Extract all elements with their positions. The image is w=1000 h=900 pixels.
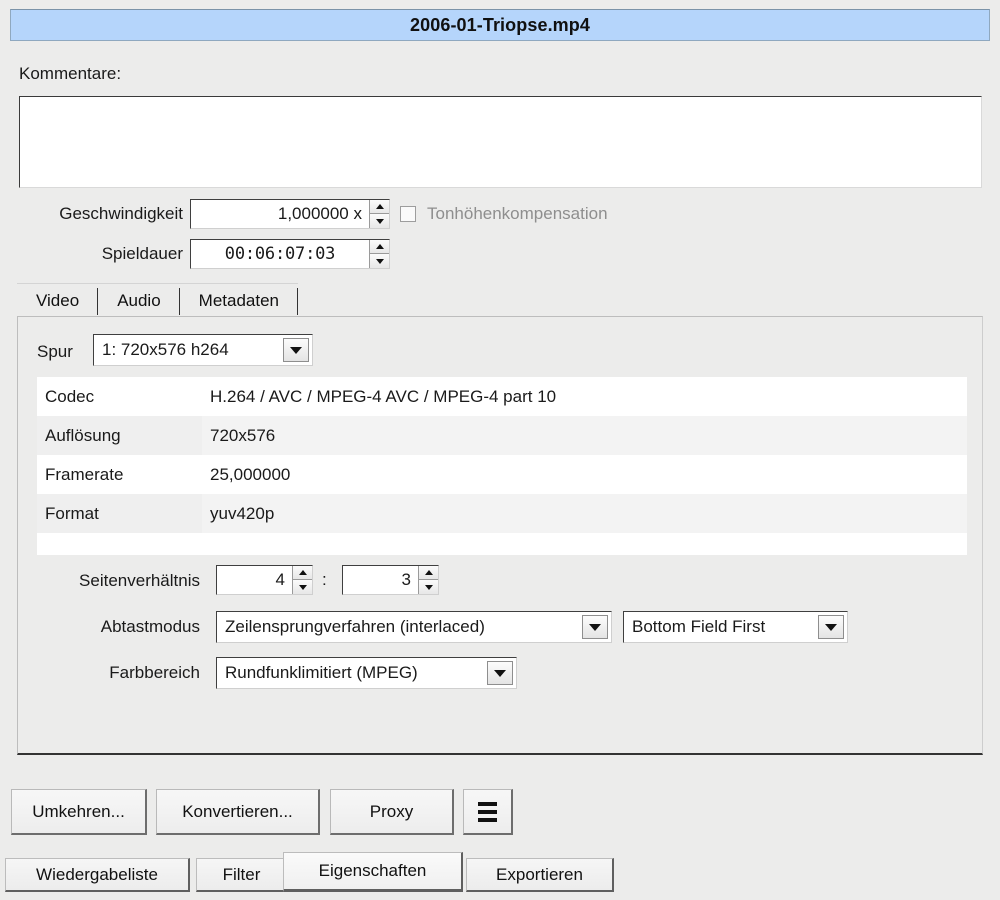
- stream-tabs: Video Audio Metadaten: [17, 281, 983, 317]
- track-value: 1: 720x576 h264: [102, 340, 229, 359]
- aspect-ratio-numerator-value: 4: [275, 570, 285, 589]
- speed-input[interactable]: 1,000000 x: [190, 199, 390, 229]
- property-value: 720x576: [202, 416, 967, 455]
- chevron-down-icon[interactable]: [582, 615, 608, 639]
- triangle-down-icon: [298, 584, 307, 590]
- duration-row: Spieldauer 00:06:07:03: [0, 239, 1000, 271]
- property-value: yuv420p: [202, 494, 967, 533]
- convert-button[interactable]: Konvertieren...: [156, 789, 320, 835]
- aspect-ratio-numerator-input[interactable]: 4: [216, 565, 313, 595]
- scan-mode-label: Abtastmodus: [100, 617, 200, 636]
- bottom-tab-eigenschaften[interactable]: Eigenschaften: [283, 852, 463, 892]
- color-range-select[interactable]: Rundfunklimitiert (MPEG): [216, 657, 517, 689]
- property-key: Framerate: [37, 455, 202, 494]
- triangle-up-icon: [424, 570, 433, 575]
- triangle-down-icon: [375, 258, 384, 264]
- window-title: 2006-01-Triopse.mp4: [410, 14, 590, 35]
- duration-input[interactable]: 00:06:07:03: [190, 239, 390, 269]
- bottom-tab-label: Wiedergabeliste: [36, 864, 158, 884]
- speed-spinner[interactable]: [369, 200, 389, 228]
- bottom-tab-filter[interactable]: Filter: [196, 858, 288, 892]
- scan-mode-value: Zeilensprungverfahren (interlaced): [225, 617, 485, 636]
- speed-label: Geschwindigkeit: [59, 204, 183, 223]
- field-order-select[interactable]: Bottom Field First: [623, 611, 848, 643]
- color-range-label: Farbbereich: [109, 663, 200, 682]
- comments-input[interactable]: [19, 96, 982, 188]
- tab-metadaten[interactable]: Metadaten: [179, 283, 299, 317]
- property-value: H.264 / AVC / MPEG-4 AVC / MPEG-4 part 1…: [202, 377, 967, 416]
- tab-video-label: Video: [36, 290, 80, 310]
- triangle-down-icon: [375, 218, 384, 224]
- table-row: Format yuv420p: [37, 494, 967, 533]
- reverse-button-label: Umkehren...: [32, 801, 125, 821]
- triangle-up-icon: [298, 570, 307, 575]
- property-key: Codec: [37, 377, 202, 416]
- bottom-tab-label: Eigenschaften: [318, 861, 427, 880]
- proxy-button[interactable]: Proxy: [330, 789, 454, 835]
- pitch-compensation-checkbox[interactable]: [400, 206, 416, 222]
- property-key: Auflösung: [37, 416, 202, 455]
- pitch-compensation-label: Tonhöhenkompensation: [427, 204, 608, 223]
- tab-audio[interactable]: Audio: [98, 283, 180, 317]
- color-range-value: Rundfunklimitiert (MPEG): [225, 663, 418, 682]
- chevron-down-icon[interactable]: [283, 338, 309, 362]
- spinner-up[interactable]: [293, 566, 312, 580]
- aspect-ratio-denominator-spinner[interactable]: [418, 566, 438, 594]
- more-menu-button[interactable]: [463, 789, 513, 835]
- triangle-up-icon: [375, 244, 384, 249]
- scan-mode-row: Abtastmodus Zeilensprungverfahren (inter…: [0, 611, 1000, 643]
- table-row: Auflösung 720x576: [37, 416, 967, 455]
- bottom-tab-bar: Wiedergabeliste Filter Eigenschaften Exp…: [0, 850, 1000, 900]
- property-key: Format: [37, 494, 202, 533]
- field-order-value: Bottom Field First: [632, 617, 766, 636]
- aspect-ratio-denominator-input[interactable]: 3: [342, 565, 439, 595]
- duration-spinner-up[interactable]: [370, 240, 389, 254]
- triangle-up-icon: [375, 204, 384, 209]
- chevron-down-icon[interactable]: [818, 615, 844, 639]
- tab-audio-label: Audio: [117, 290, 161, 310]
- scan-mode-select[interactable]: Zeilensprungverfahren (interlaced): [216, 611, 612, 643]
- bottom-tab-label: Exportieren: [496, 864, 583, 884]
- bottom-tab-exportieren[interactable]: Exportieren: [466, 858, 614, 892]
- table-row-filler: [37, 533, 967, 555]
- spinner-down[interactable]: [419, 580, 438, 594]
- track-select[interactable]: 1: 720x576 h264: [93, 334, 313, 366]
- spinner-up[interactable]: [419, 566, 438, 580]
- chevron-down-icon[interactable]: [487, 661, 513, 685]
- property-value: 25,000000: [202, 455, 967, 494]
- aspect-ratio-separator: :: [322, 570, 327, 589]
- spinner-down[interactable]: [293, 580, 312, 594]
- table-row: Framerate 25,000000: [37, 455, 967, 494]
- track-label: Spur: [37, 342, 73, 361]
- tab-metadaten-label: Metadaten: [198, 290, 280, 310]
- speed-row: Geschwindigkeit 1,000000 x Tonhöhenkompe…: [0, 199, 1000, 231]
- aspect-ratio-denominator-value: 3: [401, 570, 411, 589]
- reverse-button[interactable]: Umkehren...: [11, 789, 147, 835]
- triangle-down-icon: [424, 584, 433, 590]
- duration-value: 00:06:07:03: [224, 244, 336, 264]
- convert-button-label: Konvertieren...: [182, 801, 293, 821]
- speed-spinner-down[interactable]: [370, 214, 389, 228]
- hamburger-menu-icon: [478, 801, 497, 822]
- comments-label: Kommentare:: [19, 64, 122, 83]
- aspect-ratio-numerator-spinner[interactable]: [292, 566, 312, 594]
- duration-spinner[interactable]: [369, 240, 389, 268]
- color-range-row: Farbbereich Rundfunklimitiert (MPEG): [0, 657, 1000, 689]
- table-row: Codec H.264 / AVC / MPEG-4 AVC / MPEG-4 …: [37, 377, 967, 416]
- video-properties-table: Codec H.264 / AVC / MPEG-4 AVC / MPEG-4 …: [37, 377, 967, 555]
- duration-label: Spieldauer: [101, 244, 183, 263]
- properties-panel: 2006-01-Triopse.mp4 Kommentare: Geschwin…: [0, 0, 1000, 900]
- duration-spinner-down[interactable]: [370, 254, 389, 268]
- proxy-button-label: Proxy: [369, 801, 414, 821]
- tab-video[interactable]: Video: [17, 283, 99, 317]
- bottom-tab-wiedergabeliste[interactable]: Wiedergabeliste: [5, 858, 190, 892]
- tab-separator: [297, 288, 299, 315]
- aspect-ratio-row: Seitenverhältnis 4 : 3: [0, 565, 1000, 597]
- aspect-ratio-label: Seitenverhältnis: [79, 571, 200, 590]
- speed-spinner-up[interactable]: [370, 200, 389, 214]
- speed-value: 1,000000 x: [277, 204, 362, 223]
- window-titlebar: 2006-01-Triopse.mp4: [10, 9, 990, 41]
- bottom-tab-label: Filter: [222, 864, 261, 884]
